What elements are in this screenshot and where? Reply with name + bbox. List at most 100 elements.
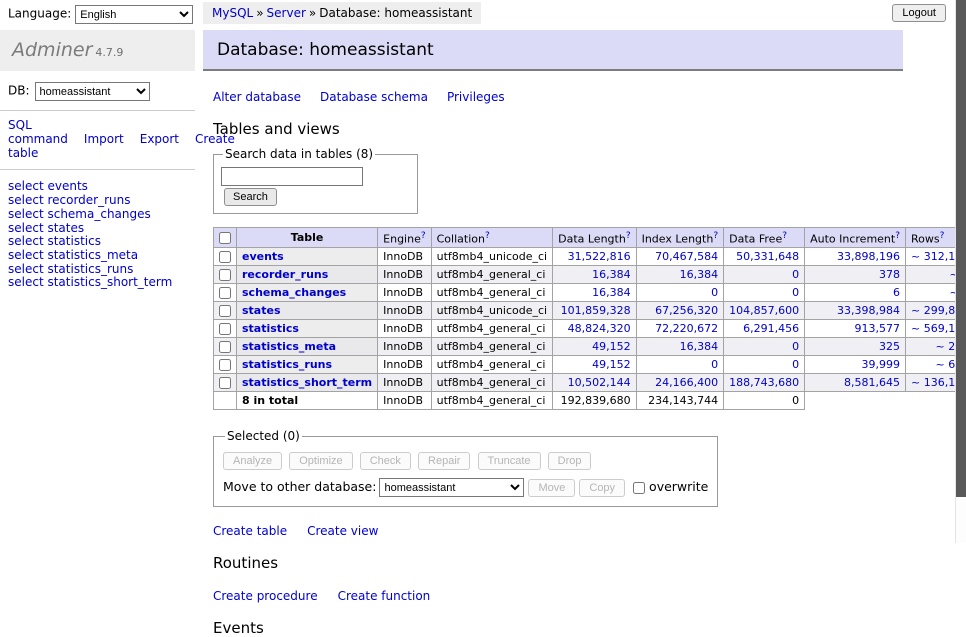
- sidebar-select-link[interactable]: select statistics: [8, 235, 187, 248]
- row-checkbox[interactable]: [219, 323, 231, 335]
- data-free-cell-link[interactable]: 0: [792, 268, 799, 281]
- index-length-cell-link[interactable]: 70,467,584: [655, 250, 718, 263]
- table-name-link[interactable]: schema_changes: [242, 286, 346, 299]
- data-free-cell-link[interactable]: 0: [792, 340, 799, 353]
- sidebar-select-link[interactable]: select schema_changes: [8, 208, 187, 221]
- index-length-cell-link[interactable]: 72,220,672: [655, 322, 718, 335]
- table-name-link[interactable]: statistics: [242, 322, 299, 335]
- search-button[interactable]: Search: [224, 188, 277, 206]
- column-help-link[interactable]: ?: [782, 231, 787, 241]
- table-name-link[interactable]: recorder_runs: [242, 268, 328, 281]
- breadcrumb-server-link[interactable]: Server: [267, 6, 306, 20]
- copy-button[interactable]: Copy: [579, 479, 625, 497]
- auto-increment-cell-link[interactable]: 913,577: [855, 322, 901, 335]
- create-view-link[interactable]: Create view: [307, 524, 378, 538]
- auto-increment-cell-link[interactable]: 6: [893, 286, 900, 299]
- vertical-scrollbar[interactable]: [955, 0, 966, 543]
- alter-database-link[interactable]: Alter database: [213, 90, 301, 104]
- data-length-cell-link[interactable]: 16,384: [592, 268, 631, 281]
- sql-command-link[interactable]: SQL command: [8, 118, 68, 146]
- create-table-link-main[interactable]: Create table: [213, 524, 287, 538]
- auto-increment-cell-link[interactable]: 33,898,196: [837, 250, 900, 263]
- table-name-cell: states: [237, 302, 378, 320]
- auto-increment-cell-link[interactable]: 33,398,984: [837, 304, 900, 317]
- data-length-cell-link[interactable]: 10,502,144: [568, 376, 631, 389]
- language-select[interactable]: English: [75, 5, 193, 24]
- create-function-link[interactable]: Create function: [338, 589, 431, 603]
- index-length-cell-link[interactable]: 16,384: [680, 268, 719, 281]
- table-name-link[interactable]: states: [242, 304, 281, 317]
- data-length-cell-link[interactable]: 49,152: [592, 340, 631, 353]
- app-title[interactable]: Adminer: [12, 39, 92, 61]
- select-all-checkbox[interactable]: [219, 232, 231, 244]
- db-select[interactable]: homeassistant: [35, 82, 150, 101]
- sidebar-select-link[interactable]: select states: [8, 222, 187, 235]
- data-free-cell-link[interactable]: 0: [792, 286, 799, 299]
- column-help-link[interactable]: ?: [485, 231, 490, 241]
- column-header-collation: Collation?: [431, 227, 552, 248]
- drop-button[interactable]: Drop: [548, 452, 592, 470]
- row-checkbox[interactable]: [219, 269, 231, 281]
- index-length-cell-link[interactable]: 16,384: [680, 340, 719, 353]
- row-checkbox[interactable]: [219, 341, 231, 353]
- breadcrumb-mysql-link[interactable]: MySQL: [212, 6, 253, 20]
- index-length-cell-link[interactable]: 0: [711, 358, 718, 371]
- table-name-link[interactable]: statistics_runs: [242, 358, 332, 371]
- data-length-cell: 49,152: [553, 338, 636, 356]
- column-help-link[interactable]: ?: [895, 231, 900, 241]
- analyze-button[interactable]: Analyze: [223, 452, 282, 470]
- row-checkbox[interactable]: [219, 359, 231, 371]
- data-free-cell-link[interactable]: 6,291,456: [743, 322, 799, 335]
- create-procedure-link[interactable]: Create procedure: [213, 589, 318, 603]
- import-link[interactable]: Import: [84, 132, 124, 146]
- row-checkbox[interactable]: [219, 251, 231, 263]
- index-length-cell-link[interactable]: 0: [711, 286, 718, 299]
- sidebar-select-link[interactable]: select events: [8, 180, 187, 193]
- sidebar-select-link[interactable]: select statistics_meta: [8, 249, 187, 262]
- sidebar-select-link[interactable]: select recorder_runs: [8, 194, 187, 207]
- database-schema-link[interactable]: Database schema: [320, 90, 428, 104]
- data-length-cell-link[interactable]: 49,152: [592, 358, 631, 371]
- column-help-link[interactable]: ?: [626, 231, 631, 241]
- data-free-cell-link[interactable]: 0: [792, 358, 799, 371]
- data-length-cell-link[interactable]: 101,859,328: [561, 304, 631, 317]
- search-input[interactable]: [221, 167, 363, 186]
- data-free-cell-link[interactable]: 50,331,648: [736, 250, 799, 263]
- data-length-cell-link[interactable]: 31,522,816: [568, 250, 631, 263]
- scrollbar-thumb[interactable]: [956, 0, 966, 497]
- move-button[interactable]: Move: [528, 479, 575, 497]
- data-length-cell-link[interactable]: 16,384: [592, 286, 631, 299]
- optimize-button[interactable]: Optimize: [289, 452, 352, 470]
- data-length-cell-link[interactable]: 48,824,320: [568, 322, 631, 335]
- index-length-cell-link[interactable]: 24,166,400: [655, 376, 718, 389]
- index-length-cell: 72,220,672: [636, 320, 724, 338]
- export-link[interactable]: Export: [140, 132, 179, 146]
- check-button[interactable]: Check: [360, 452, 411, 470]
- truncate-button[interactable]: Truncate: [478, 452, 541, 470]
- db-label: DB:: [8, 84, 30, 98]
- sidebar-select-link[interactable]: select statistics_short_term: [8, 276, 187, 289]
- row-checkbox[interactable]: [219, 287, 231, 299]
- table-name-link[interactable]: statistics_meta: [242, 340, 336, 353]
- column-help-link[interactable]: ?: [421, 231, 426, 241]
- move-db-select[interactable]: homeassistant: [379, 478, 524, 497]
- table-name-link[interactable]: statistics_short_term: [242, 376, 372, 389]
- column-help-link[interactable]: ?: [940, 231, 945, 241]
- logout-button[interactable]: Logout: [892, 4, 946, 22]
- auto-increment-cell-link[interactable]: 378: [879, 268, 900, 281]
- privileges-link[interactable]: Privileges: [447, 90, 505, 104]
- selected-fieldset: Selected (0) Analyze Optimize Check Repa…: [213, 429, 718, 507]
- data-free-cell-link[interactable]: 188,743,680: [729, 376, 799, 389]
- table-name-link[interactable]: events: [242, 250, 284, 263]
- auto-increment-cell-link[interactable]: 39,999: [862, 358, 901, 371]
- auto-increment-cell-link[interactable]: 325: [879, 340, 900, 353]
- sidebar-select-link[interactable]: select statistics_runs: [8, 263, 187, 276]
- index-length-cell-link[interactable]: 67,256,320: [655, 304, 718, 317]
- column-help-link[interactable]: ?: [713, 231, 718, 241]
- auto-increment-cell-link[interactable]: 8,581,645: [844, 376, 900, 389]
- data-free-cell-link[interactable]: 104,857,600: [729, 304, 799, 317]
- row-checkbox[interactable]: [219, 377, 231, 389]
- repair-button[interactable]: Repair: [418, 452, 470, 470]
- row-checkbox[interactable]: [219, 305, 231, 317]
- overwrite-checkbox[interactable]: [633, 482, 645, 494]
